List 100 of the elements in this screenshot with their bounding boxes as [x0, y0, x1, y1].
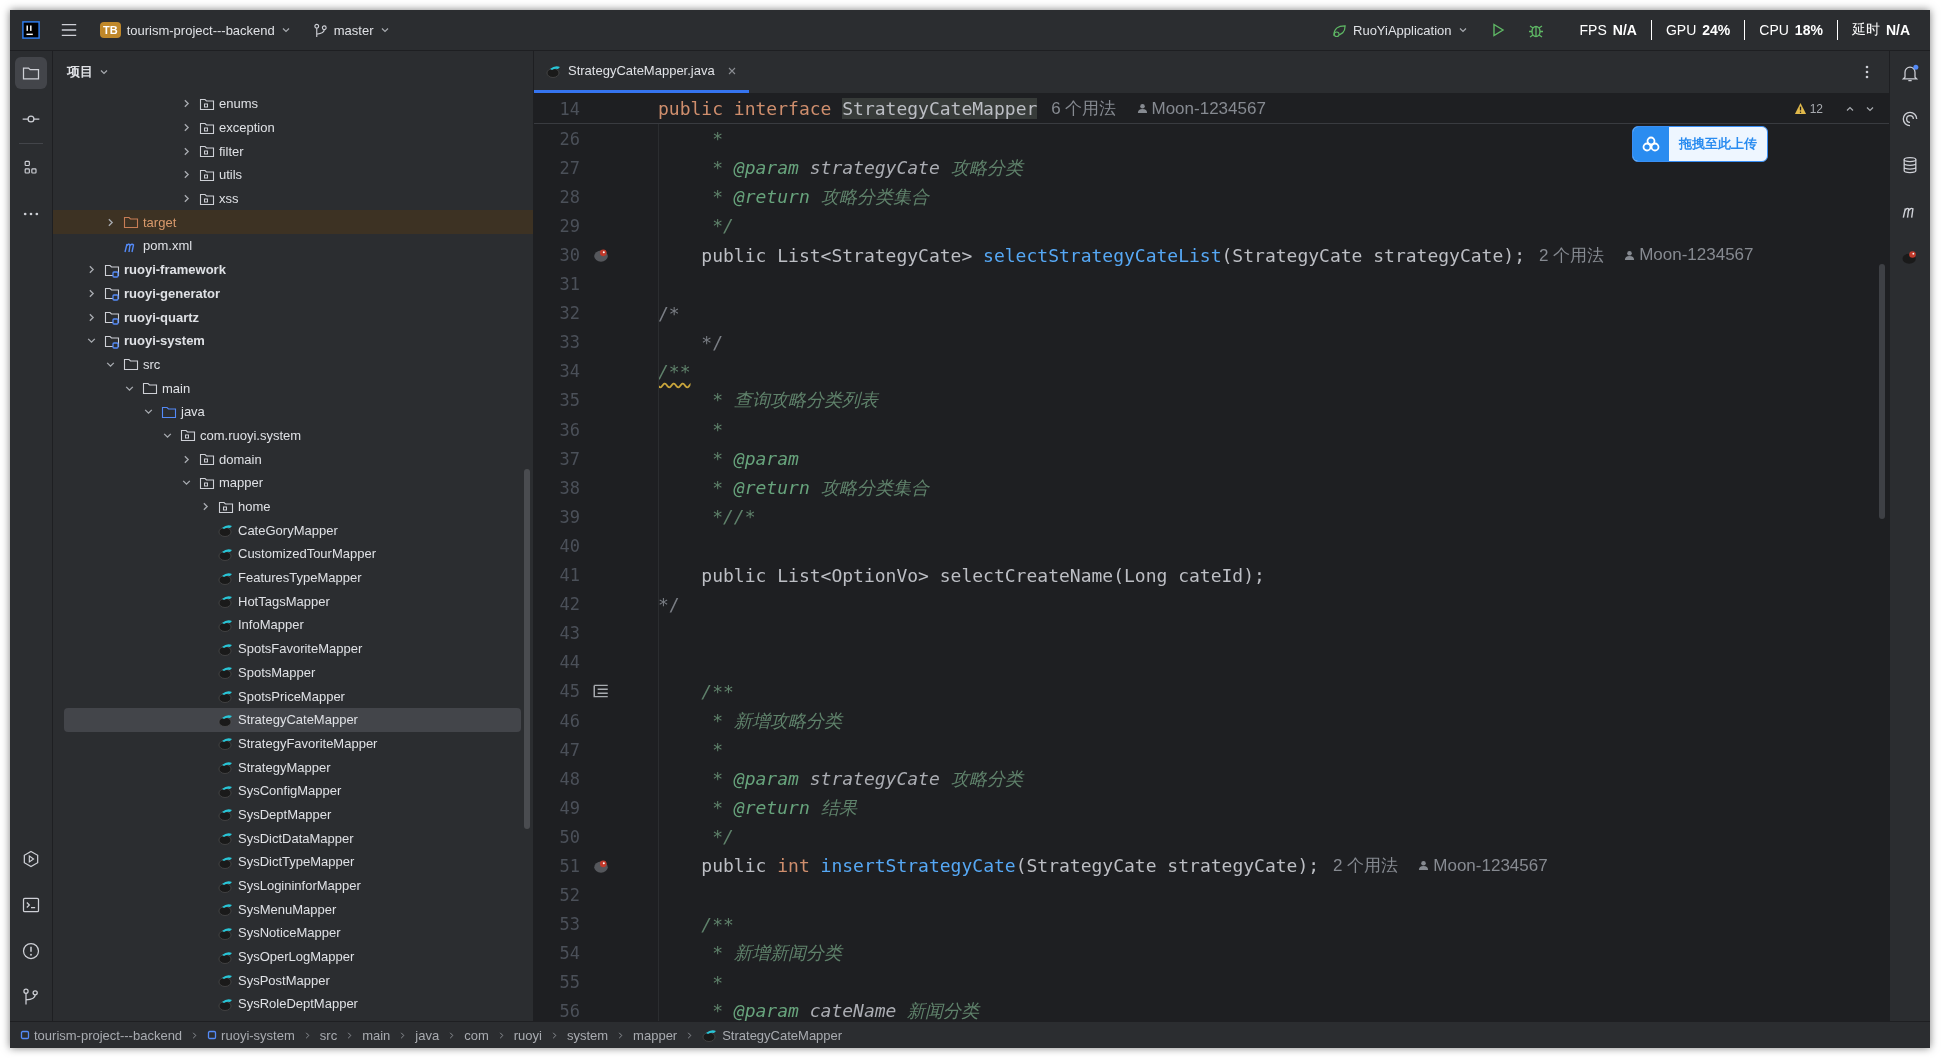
code-line: * [711, 971, 724, 993]
tree-item[interactable]: CustomizedTourMapper [53, 542, 533, 566]
tree-label: SysLogininforMapper [238, 878, 361, 894]
code-line: */ [711, 826, 734, 848]
tree-item[interactable]: SysNoticeMapper [53, 921, 533, 945]
tree-label: SysDeptMapper [238, 806, 332, 822]
code-line: /** [700, 680, 734, 702]
tree-item[interactable]: mapper [53, 471, 533, 495]
tree-item[interactable]: exception [53, 115, 533, 140]
breadcrumb[interactable]: src [317, 1027, 340, 1043]
code-line: * @param cateName 新闻分类 [711, 999, 980, 1021]
tree-label: ruoyi-system [124, 333, 205, 349]
tree-label: CateGoryMapper [238, 522, 338, 538]
folder-icon [123, 356, 139, 373]
scrollbar-thumb[interactable] [1879, 264, 1885, 519]
tree-item[interactable]: SysDictTypeMapper [53, 850, 533, 874]
close-icon[interactable] [726, 65, 737, 76]
author-name[interactable]: Moon-1234567 [1151, 98, 1266, 119]
code-line: */ [658, 593, 680, 615]
more-options-icon[interactable] [1865, 64, 1869, 80]
folder-icon[interactable] [15, 57, 47, 89]
branch-switcher[interactable]: master [306, 18, 396, 42]
tree-item[interactable]: FeaturesTypeMapper [53, 565, 533, 590]
project-switcher[interactable]: TB tourism-project---backend [94, 18, 297, 42]
code-line: * 新增攻略分类 [711, 708, 842, 733]
usages-hint[interactable]: 2 个用法 [1333, 854, 1399, 878]
author-name[interactable]: Moon-1234567 [1433, 856, 1548, 876]
tree-label: SysRoleDeptMapper [238, 996, 358, 1012]
breadcrumb[interactable]: com [462, 1027, 491, 1043]
breadcrumb[interactable]: mapper [631, 1027, 680, 1043]
code-line: /** [700, 913, 734, 935]
usages-hint[interactable]: 2 个用法 [1538, 243, 1605, 267]
usages-hint[interactable]: 6 个用法 [1051, 97, 1117, 121]
tree-item[interactable]: SpotsFavoriteMapper [53, 636, 533, 661]
breadcrumb[interactable]: java [413, 1027, 442, 1043]
breadcrumb[interactable]: system [564, 1027, 611, 1043]
tree-item[interactable]: SysPostMapper [53, 968, 533, 993]
tree-item[interactable]: StrategyCateMapper [64, 707, 521, 732]
tree-label: SysDictDataMapper [238, 830, 354, 846]
tree-item[interactable]: SysMenuMapper [53, 897, 533, 922]
tree-label: target [143, 214, 177, 230]
person-icon [1624, 249, 1636, 261]
tree-item[interactable]: filter [53, 139, 533, 164]
tree-item[interactable]: SysDeptMapper [53, 802, 533, 827]
tree-item[interactable]: SysRoleDeptMapper [53, 992, 533, 1016]
tree-label: CustomizedTourMapper [238, 546, 376, 562]
code-line: * @return 结果 [711, 795, 857, 820]
breadcrumb[interactable]: tourism-project---backend [18, 1027, 185, 1043]
tree-item[interactable]: SpotsMapper [53, 660, 533, 685]
folder-icon [180, 427, 196, 444]
breadcrumb[interactable]: ruoyi-system [205, 1027, 297, 1043]
tree-item[interactable]: target [53, 210, 533, 235]
person-icon [1136, 103, 1148, 115]
menu-icon[interactable] [60, 21, 78, 39]
tree-item[interactable]: home [53, 494, 533, 519]
tree-item[interactable]: SysLogininforMapper [53, 873, 533, 898]
tree-item[interactable]: xss [53, 186, 533, 211]
scrollbar-thumb[interactable] [524, 469, 530, 829]
code-line: public List<OptionVo> selectCreateName(Long cateId); [700, 564, 1265, 586]
warning-icon[interactable] [1793, 102, 1807, 116]
code-line: *//* [711, 506, 756, 528]
tree-item[interactable]: ruoyi-framework [53, 257, 533, 282]
tree-item[interactable]: com.ruoyi.system [53, 423, 533, 448]
app-logo-icon[interactable] [22, 21, 40, 39]
breadcrumb[interactable]: main [360, 1027, 393, 1043]
chevron-icon [398, 1030, 408, 1040]
editor-tab[interactable]: StrategyCateMapper.java [534, 51, 749, 93]
tree-item[interactable]: StrategyMapper [53, 755, 533, 779]
tree-item[interactable]: src [53, 352, 533, 377]
tree-item[interactable]: SysOperLogMapper [53, 944, 533, 969]
stat-value: 24% [1702, 22, 1731, 38]
author-name[interactable]: Moon-1234567 [1639, 245, 1754, 265]
tree-item[interactable]: CateGoryMapper [53, 518, 533, 543]
tree-item[interactable]: StrategyFavoriteMapper [53, 731, 533, 756]
tree-item[interactable]: ruoyi-system [53, 328, 533, 353]
stat-value: 18% [1794, 22, 1823, 38]
tree-item[interactable]: domain [53, 447, 533, 471]
warning-count[interactable]: 12 [1809, 101, 1823, 116]
code-line: public int insertStrategyCate(StrategyCate strategyCate); [700, 855, 1320, 877]
tree-item[interactable]: ruoyi-generator [53, 281, 533, 306]
tree-label: SysConfigMapper [238, 783, 342, 799]
tree-item[interactable]: HotTagsMapper [53, 589, 533, 614]
tree-label: SpotsMapper [238, 664, 316, 680]
breadcrumb[interactable]: StrategyCateMapper [700, 1027, 845, 1043]
tree-item[interactable]: utils [53, 163, 533, 187]
tree-label: com.ruoyi.system [200, 427, 302, 443]
tree-item[interactable]: main [53, 376, 533, 400]
tree-item[interactable]: ruoyi-quartz [53, 305, 533, 329]
tree-item[interactable]: SpotsPriceMapper [53, 684, 533, 708]
tree-label: StrategyCateMapper [238, 712, 358, 728]
tree-item[interactable]: enums [53, 92, 533, 116]
tree-item[interactable]: InfoMapper [53, 613, 533, 637]
tree-item[interactable]: pom.xml [53, 234, 533, 258]
breadcrumb[interactable]: ruoyi [511, 1027, 544, 1043]
tree-item[interactable]: SysDictDataMapper [53, 826, 533, 850]
tree-label: pom.xml [143, 238, 193, 254]
run-configuration[interactable]: RuoYiApplication [1326, 18, 1474, 42]
panel-title[interactable]: 项目 [61, 61, 115, 82]
tree-item[interactable]: java [53, 399, 533, 424]
tree-item[interactable]: SysConfigMapper [53, 778, 533, 803]
